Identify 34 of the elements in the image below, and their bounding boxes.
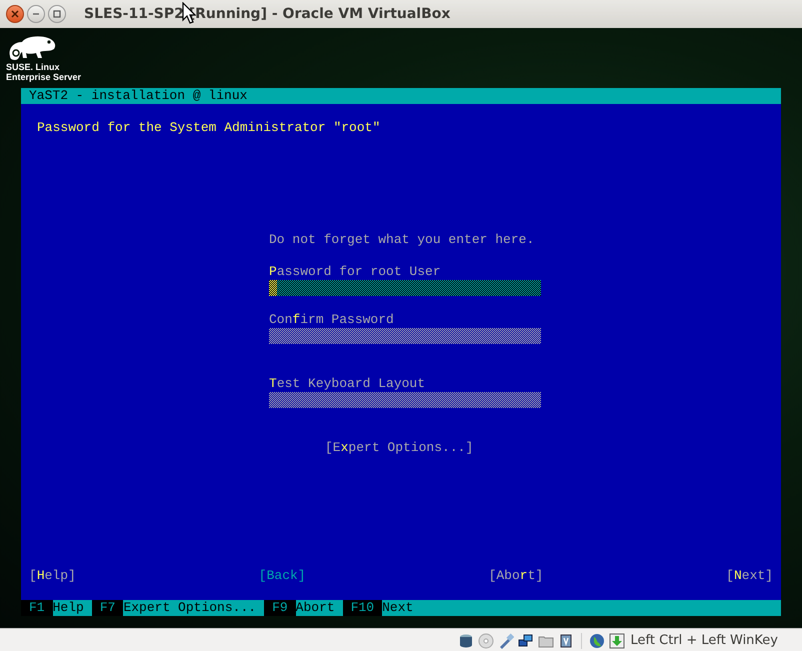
- dialog-button[interactable]: [Next]: [726, 568, 773, 584]
- function-key-label[interactable]: Abort: [296, 600, 343, 616]
- download-arrow-icon[interactable]: [608, 632, 625, 648]
- maximize-button[interactable]: [48, 5, 66, 23]
- dialog-button[interactable]: [Help]: [29, 568, 76, 584]
- function-key: F1: [21, 600, 53, 616]
- expert-options-button[interactable]: [Expert Options...]: [325, 440, 474, 456]
- function-key: F10: [342, 600, 382, 616]
- note-text: Do not forget what you enter here.: [269, 232, 534, 248]
- dialog-button[interactable]: [Abort]: [488, 568, 544, 584]
- logo-text: Enterprise Server: [6, 72, 82, 82]
- maximize-icon: [53, 10, 61, 18]
- chip-icon[interactable]: [558, 632, 574, 648]
- hard-disk-icon[interactable]: [458, 632, 474, 648]
- field-label: Test Keyboard Layout: [269, 376, 426, 392]
- host-key-label: Left Ctrl + Left WinKey: [630, 633, 778, 648]
- password-field[interactable]: [269, 328, 541, 344]
- function-key-label[interactable]: Next: [382, 600, 781, 616]
- field-label: Password for root User: [269, 264, 441, 280]
- input-field[interactable]: [269, 392, 541, 408]
- usb-plug-icon[interactable]: [498, 632, 514, 648]
- field-label: Confirm Password: [269, 312, 394, 328]
- terminal-title: YaST2 - installation @ linux: [21, 88, 781, 104]
- function-key: F7: [92, 600, 124, 616]
- function-key-label[interactable]: Help: [52, 600, 92, 616]
- function-key: F9: [264, 600, 296, 616]
- dialog-heading: Password for the System Administrator "root": [37, 120, 380, 136]
- password-field[interactable]: [269, 280, 541, 296]
- close-icon: [11, 10, 19, 18]
- network-icon[interactable]: [518, 632, 534, 648]
- globe-icon[interactable]: [588, 632, 605, 648]
- close-button[interactable]: [6, 5, 24, 23]
- function-key-label[interactable]: Expert Options...: [123, 600, 264, 616]
- logo-text: SUSE. Linux: [6, 62, 60, 72]
